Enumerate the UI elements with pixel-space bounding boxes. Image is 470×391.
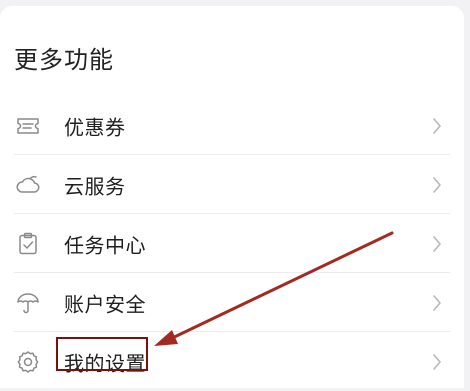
- chevron-right-icon: [432, 117, 442, 135]
- chevron-right-icon: [432, 294, 442, 312]
- menu-item-cloud-service[interactable]: 云服务: [0, 155, 464, 214]
- coupon-icon: [15, 113, 41, 139]
- menu-item-my-settings[interactable]: 我的设置: [0, 332, 464, 391]
- section-title: 更多功能: [14, 46, 114, 74]
- menu-label: 账户安全: [64, 292, 146, 316]
- more-functions-card: 更多功能 优惠券 云服务 任务中心 账户安全 我的设置: [0, 6, 464, 388]
- menu-label: 任务中心: [64, 233, 146, 257]
- chevron-right-icon: [432, 176, 442, 194]
- umbrella-icon: [15, 290, 41, 316]
- menu-item-coupon[interactable]: 优惠券: [0, 96, 464, 155]
- menu-item-task-center[interactable]: 任务中心: [0, 214, 464, 273]
- menu-label: 云服务: [64, 174, 126, 198]
- cloud-icon: [15, 172, 41, 198]
- gear-icon: [15, 349, 41, 375]
- menu-item-account-security[interactable]: 账户安全: [0, 273, 464, 332]
- menu-label: 我的设置: [64, 351, 146, 375]
- chevron-right-icon: [432, 353, 442, 371]
- task-clipboard-icon: [15, 231, 41, 257]
- chevron-right-icon: [432, 235, 442, 253]
- menu-list: 优惠券 云服务 任务中心 账户安全 我的设置: [0, 96, 464, 391]
- menu-label: 优惠券: [64, 115, 126, 139]
